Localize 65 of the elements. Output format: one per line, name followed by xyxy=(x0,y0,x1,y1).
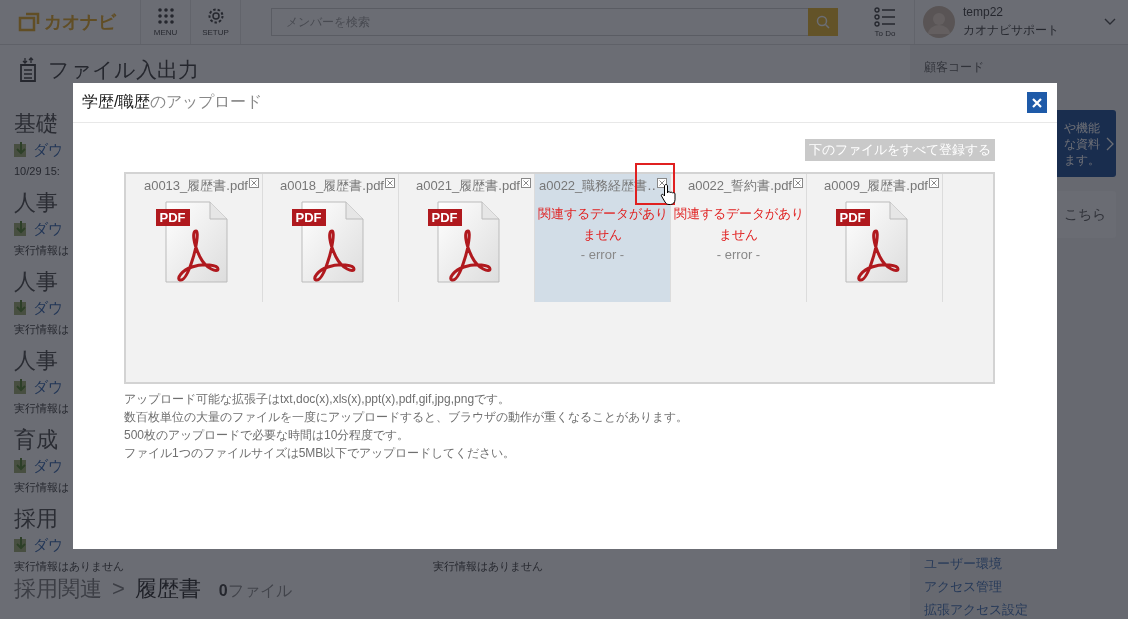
file-name: a0018_履歴書.pdf xyxy=(279,177,384,195)
file-count: 0 xyxy=(218,582,228,600)
grid-icon xyxy=(156,7,175,25)
download-icon xyxy=(14,142,28,158)
close-button[interactable] xyxy=(1027,92,1047,113)
upload-note: 500枚のアップロードで必要な時間は10分程度です。 xyxy=(124,427,410,444)
logo-text[interactable]: カオナビ xyxy=(44,10,116,34)
help-text: こちら xyxy=(1064,205,1106,224)
page-title: ファイル入出力 xyxy=(48,56,199,83)
section-heading: 基礎 xyxy=(14,110,58,138)
file-tile[interactable]: a0009_履歴書.pdf PDF xyxy=(807,174,943,302)
file-transfer-icon xyxy=(18,56,38,83)
file-name: a0022_誓約書.pdf xyxy=(687,177,792,195)
chevron-down-icon[interactable] xyxy=(1104,18,1116,26)
promo-text: や機能 xyxy=(1064,119,1100,136)
download-icon xyxy=(14,537,28,553)
download-link[interactable]: ダウ xyxy=(33,377,63,397)
download-link[interactable]: ダウ xyxy=(33,535,63,555)
promo-text: ます。 xyxy=(1064,151,1100,168)
download-link[interactable]: ダウ xyxy=(33,140,63,160)
download-link[interactable]: ダウ xyxy=(33,456,63,476)
file-name: a0021_履歴書.pdf xyxy=(415,177,520,195)
section-heading: 人事 xyxy=(14,189,58,217)
search-icon xyxy=(816,15,830,29)
section-heading: 採用 xyxy=(14,505,58,533)
download-icon xyxy=(14,379,28,395)
file-name: a0009_履歴書.pdf xyxy=(823,177,928,195)
section-heading: 人事 xyxy=(14,268,58,296)
chevron-right-icon xyxy=(1106,136,1114,151)
error-message: 関連するデータがありません xyxy=(537,205,668,244)
dialog-title: 学歴/職歴のアップロード xyxy=(82,92,264,112)
upload-note: アップロード可能な拡張子はtxt,doc(x),xls(x),ppt(x),pdf,gif,jpg,pngです。 xyxy=(124,391,511,408)
upload-note: 数百枚単位の大量のファイルを一度にアップロードすると、ブラウザの動作が重くなることがあります。 xyxy=(124,409,688,426)
pdf-label: PDF xyxy=(427,209,462,226)
download-link[interactable]: ダウ xyxy=(33,219,63,239)
nav-button[interactable]: MENU xyxy=(141,0,191,44)
hand-cursor-icon xyxy=(660,183,678,205)
user-name: temp22 xyxy=(963,5,1005,19)
download-icon xyxy=(14,458,28,474)
download-icon xyxy=(14,221,28,237)
promo-text: な資料 xyxy=(1064,135,1100,152)
file-tile[interactable]: a0013_履歴書.pdf PDF xyxy=(127,174,263,302)
nav-button[interactable]: SETUP xyxy=(191,0,241,44)
error-label: - error - xyxy=(580,246,625,264)
download-icon xyxy=(14,300,28,316)
pdf-label: PDF xyxy=(291,209,326,226)
error-message: 関連するデータがありません xyxy=(673,205,804,244)
execution-info: 10/29 15: xyxy=(14,164,60,179)
close-icon xyxy=(1032,97,1042,108)
error-label: - error - xyxy=(716,246,761,264)
breadcrumb-separator: > xyxy=(112,576,125,602)
file-tile[interactable]: a0021_履歴書.pdf PDF xyxy=(399,174,535,302)
breadcrumb-current: 履歴書 xyxy=(134,575,201,603)
gear-icon xyxy=(206,7,225,25)
file-name: a0013_履歴書.pdf xyxy=(143,177,248,195)
file-tile[interactable]: a0018_履歴書.pdf PDF xyxy=(263,174,399,302)
list-icon xyxy=(874,6,896,27)
upload-note: ファイル1つのファイルサイズは5MB以下でアップロードしてください。 xyxy=(124,445,516,462)
section-heading: 人事 xyxy=(14,347,58,375)
pdf-label: PDF xyxy=(835,209,870,226)
logo-icon xyxy=(18,12,40,32)
pdf-label: PDF xyxy=(155,209,190,226)
download-link[interactable]: ダウ xyxy=(33,298,63,318)
user-organization: カオナビサポート xyxy=(963,22,1060,39)
section-heading: 育成 xyxy=(14,426,58,454)
